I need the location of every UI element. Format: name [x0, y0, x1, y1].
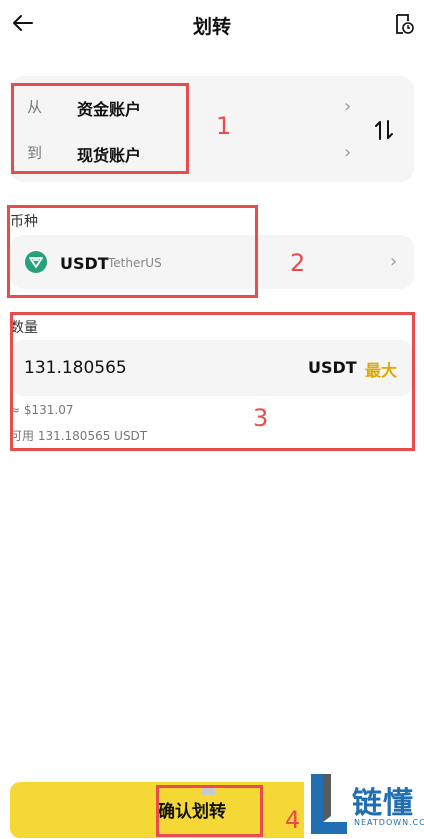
- chevron-right-icon[interactable]: ›: [344, 142, 351, 163]
- annotation-number-1: 1: [216, 112, 232, 140]
- annotation-box-2: [7, 205, 258, 298]
- history-icon[interactable]: [393, 13, 415, 35]
- chevron-right-icon[interactable]: ›: [344, 96, 351, 117]
- swap-icon[interactable]: [373, 119, 395, 141]
- annotation-box-4: [156, 785, 263, 837]
- annotation-box-1: [11, 83, 189, 174]
- annotation-number-2: 2: [290, 249, 306, 277]
- chevron-right-icon[interactable]: ›: [390, 251, 397, 272]
- watermark-logo-icon: [311, 774, 347, 834]
- annotation-number-3: 3: [253, 404, 269, 432]
- watermark-text: 链懂: [352, 786, 414, 821]
- watermark-subtext: NEATDOWN.COM: [354, 818, 424, 827]
- annotation-number-4: 4: [285, 806, 301, 834]
- page-title: 划转: [192, 16, 231, 38]
- annotation-box-3: [10, 312, 415, 451]
